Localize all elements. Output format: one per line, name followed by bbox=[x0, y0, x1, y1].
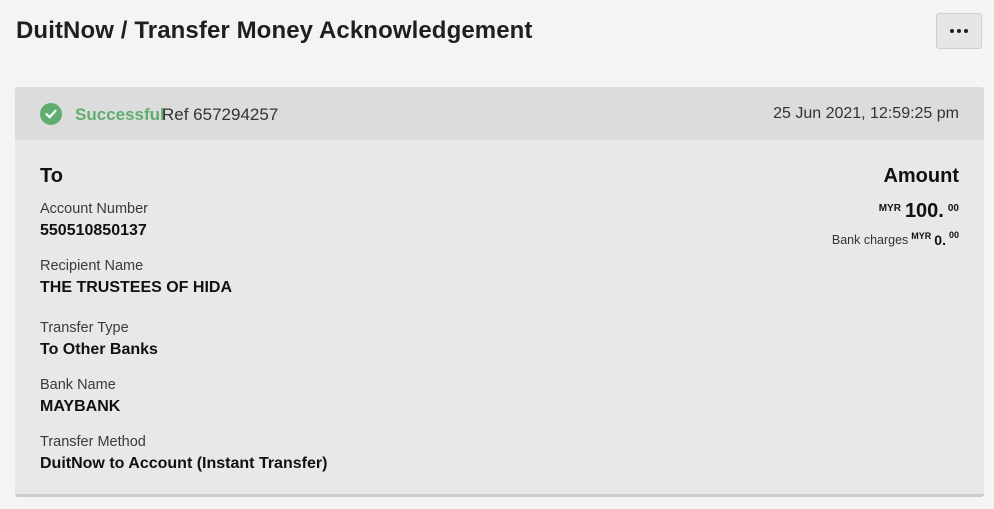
bank-charges-currency: MYR bbox=[911, 231, 932, 241]
more-dots-icon bbox=[950, 29, 954, 33]
amount-heading: Amount bbox=[883, 165, 959, 187]
more-dots-icon bbox=[964, 29, 968, 33]
bank-name-label: Bank Name bbox=[40, 377, 116, 393]
bank-charges-whole: 0. bbox=[934, 232, 946, 248]
bank-charges-cents: 00 bbox=[948, 230, 959, 240]
more-dots-icon bbox=[957, 29, 961, 33]
account-number-label: Account Number bbox=[40, 201, 148, 217]
amount-whole: 100. bbox=[904, 200, 944, 222]
transfer-type-value: To Other Banks bbox=[40, 341, 158, 358]
bank-charges-label: Bank charges bbox=[831, 233, 909, 247]
reference-number: Ref 657294257 bbox=[162, 105, 279, 124]
transfer-method-label: Transfer Method bbox=[40, 434, 146, 450]
status-bar: Successful Ref 657294257 25 Jun 2021, 12… bbox=[15, 87, 984, 140]
transaction-datetime: 25 Jun 2021, 12:59:25 pm bbox=[773, 105, 959, 122]
more-options-button[interactable] bbox=[936, 13, 982, 49]
transfer-type-label: Transfer Type bbox=[40, 320, 129, 336]
bank-charges: Bank charges MYR 0. 00 bbox=[832, 230, 959, 248]
account-number-value: 550510850137 bbox=[40, 222, 147, 239]
check-circle-icon bbox=[40, 103, 62, 125]
to-heading: To bbox=[40, 165, 63, 187]
recipient-name-value: THE TRUSTEES OF HIDA bbox=[40, 279, 233, 296]
amount-value: MYR 100. 00 bbox=[879, 200, 959, 222]
acknowledgement-card: Successful Ref 657294257 25 Jun 2021, 12… bbox=[15, 87, 984, 497]
status-label: Successful bbox=[75, 105, 165, 124]
page-title: DuitNow / Transfer Money Acknowledgement bbox=[16, 17, 533, 44]
transfer-method-value: DuitNow to Account (Instant Transfer) bbox=[40, 455, 328, 472]
bank-name-value: MAYBANK bbox=[40, 398, 121, 415]
amount-currency: MYR bbox=[878, 203, 901, 214]
amount-cents: 00 bbox=[947, 203, 959, 214]
recipient-name-label: Recipient Name bbox=[40, 258, 144, 274]
